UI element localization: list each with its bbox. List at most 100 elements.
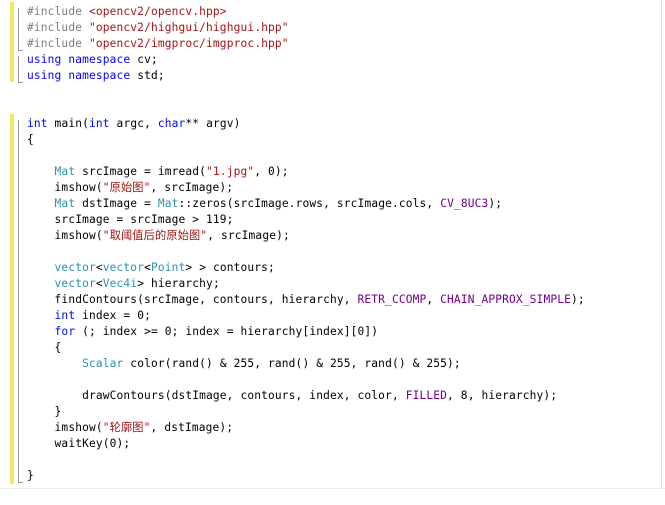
code-token-plain: { bbox=[27, 133, 34, 146]
code-token-string: "opencv2/imgproc/imgproc.hpp" bbox=[88, 37, 289, 50]
code-token-type: Vec4i bbox=[102, 277, 138, 290]
code-token-plain: < bbox=[144, 261, 151, 274]
changed-lines-margin bbox=[10, 114, 14, 484]
code-token-macro: RETR_CCOMP bbox=[357, 293, 427, 306]
code-token-plain: ); bbox=[488, 197, 503, 210]
code-token-plain: imshow( bbox=[27, 421, 103, 434]
code-token-plain: cv; bbox=[130, 53, 158, 66]
code-token-plain: > hierarchy; bbox=[137, 277, 220, 290]
outline-guide-end bbox=[18, 50, 23, 51]
horizontal-scroll-edge bbox=[0, 488, 665, 505]
code-token-string: "取阈值后的原始图" bbox=[102, 229, 208, 242]
code-line[interactable]: imshow("取阈值后的原始图", srcImage); bbox=[27, 228, 290, 244]
code-line[interactable]: int index = 0; bbox=[27, 308, 151, 324]
code-token-type: Mat bbox=[157, 197, 179, 210]
code-token-plain: , srcImage); bbox=[207, 229, 290, 242]
code-token-plain: } bbox=[27, 469, 34, 482]
code-token-keyword: int bbox=[54, 309, 76, 322]
code-line[interactable]: #include <opencv2/opencv.hpp> bbox=[27, 4, 227, 20]
code-token-plain: < bbox=[95, 277, 103, 290]
code-token-string: "opencv2/highgui/highgui.hpp" bbox=[88, 21, 289, 34]
code-token-keyword: int bbox=[27, 117, 48, 130]
code-line[interactable]: int main(int argc, char** argv) bbox=[27, 116, 241, 132]
code-token-keyword: namespace bbox=[68, 69, 131, 82]
code-token-plain: imshow( bbox=[27, 181, 103, 194]
code-token-macro: CHAIN_APPROX_SIMPLE bbox=[440, 293, 571, 306]
code-token-preprocessor: #include bbox=[27, 21, 89, 34]
code-token-plain: } bbox=[27, 405, 62, 418]
code-token-keyword: int bbox=[89, 117, 110, 130]
code-line[interactable]: imshow("原始图", srcImage); bbox=[27, 180, 234, 196]
code-line[interactable]: for (; index >= 0; index = hierarchy[ind… bbox=[27, 324, 378, 340]
outline-guide-main bbox=[18, 120, 19, 482]
code-token-plain: ); bbox=[570, 293, 585, 306]
code-token-type: vector bbox=[54, 261, 96, 274]
code-token-string: "轮廓图" bbox=[102, 421, 151, 434]
code-token-type: Mat bbox=[54, 165, 76, 178]
code-token-preprocessor: #include bbox=[27, 37, 89, 50]
code-token-type: Mat bbox=[54, 197, 76, 210]
code-token-plain: findContours(srcImage, contours, hierarc… bbox=[27, 293, 358, 306]
code-token-plain: > > contours; bbox=[185, 261, 275, 274]
code-token-plain: srcImage = srcImage > 119; bbox=[27, 213, 234, 226]
code-line[interactable]: Mat dstImage = Mat::zeros(srcImage.rows,… bbox=[27, 196, 502, 212]
code-line[interactable]: Scalar color(rand() & 255, rand() & 255,… bbox=[27, 356, 461, 372]
code-token-type: Scalar bbox=[82, 357, 124, 370]
code-line[interactable]: vector<vector<Point> > contours; bbox=[27, 260, 275, 276]
code-token-keyword: using bbox=[27, 69, 62, 82]
code-line[interactable]: vector<Vec4i> hierarchy; bbox=[27, 276, 220, 292]
editor-gutter bbox=[0, 0, 14, 504]
outline-guide-end bbox=[18, 482, 23, 483]
code-token-plain: , srcImage); bbox=[150, 181, 234, 194]
code-token-plain: , dstImage); bbox=[150, 421, 234, 434]
code-token-macro: FILLED bbox=[405, 389, 448, 402]
code-line[interactable]: #include "opencv2/imgproc/imgproc.hpp" bbox=[27, 36, 289, 52]
code-token-plain: , 0); bbox=[254, 165, 289, 178]
code-line[interactable]: waitKey(0); bbox=[27, 436, 131, 452]
code-line[interactable]: using namespace cv; bbox=[27, 52, 158, 68]
code-token-type: Point bbox=[150, 261, 186, 274]
code-token-plain: , 8, hierarchy); bbox=[447, 389, 558, 402]
code-line[interactable]: { bbox=[27, 132, 34, 148]
code-line[interactable]: srcImage = srcImage > 119; bbox=[27, 212, 234, 228]
code-token-type: vector bbox=[54, 277, 96, 290]
code-token-plain: main( bbox=[47, 117, 89, 130]
code-token-plain: index = 0; bbox=[75, 309, 151, 322]
code-token-keyword: for bbox=[54, 325, 76, 338]
code-editor[interactable]: #include <opencv2/opencv.hpp> #include "o… bbox=[0, 0, 665, 505]
code-token-plain: imshow( bbox=[27, 229, 103, 242]
code-token-string: <opencv2/opencv.hpp> bbox=[88, 5, 227, 18]
code-token-plain: std; bbox=[130, 69, 165, 82]
changed-lines-margin bbox=[10, 2, 14, 82]
code-line[interactable]: using namespace std; bbox=[27, 68, 165, 84]
code-line[interactable]: drawContours(dstImage, contours, index, … bbox=[27, 388, 557, 404]
code-token-plain: { bbox=[27, 341, 62, 354]
code-line[interactable]: Mat srcImage = imread("1.jpg", 0); bbox=[27, 164, 289, 180]
outline-guide-using bbox=[18, 56, 19, 83]
code-token-plain: < bbox=[95, 261, 103, 274]
code-token-plain: , bbox=[426, 293, 441, 306]
outline-guide-end bbox=[18, 82, 23, 83]
code-token-plain: ::zeros(srcImage.rows, srcImage.cols, bbox=[178, 197, 441, 210]
code-line[interactable]: #include "opencv2/highgui/highgui.hpp" bbox=[27, 20, 289, 36]
code-token-plain: color(rand() & 255, rand() & 255, rand()… bbox=[123, 357, 461, 370]
code-line[interactable]: } bbox=[27, 404, 62, 420]
code-token-plain: argc, bbox=[109, 117, 158, 130]
code-line[interactable]: } bbox=[27, 468, 34, 484]
code-line[interactable]: findContours(srcImage, contours, hierarc… bbox=[27, 292, 585, 308]
code-token-keyword: char bbox=[157, 117, 186, 130]
code-token-keyword: namespace bbox=[68, 53, 131, 66]
code-token-plain: waitKey(0); bbox=[27, 437, 131, 450]
code-line[interactable]: { bbox=[27, 340, 62, 356]
code-token-plain: dstImage = bbox=[75, 197, 158, 210]
code-token-keyword: using bbox=[27, 53, 62, 66]
code-token-plain: (; index >= 0; index = hierarchy[index][… bbox=[75, 325, 379, 338]
code-line[interactable]: imshow("轮廓图", dstImage); bbox=[27, 420, 234, 436]
code-token-plain: srcImage = imread( bbox=[75, 165, 207, 178]
